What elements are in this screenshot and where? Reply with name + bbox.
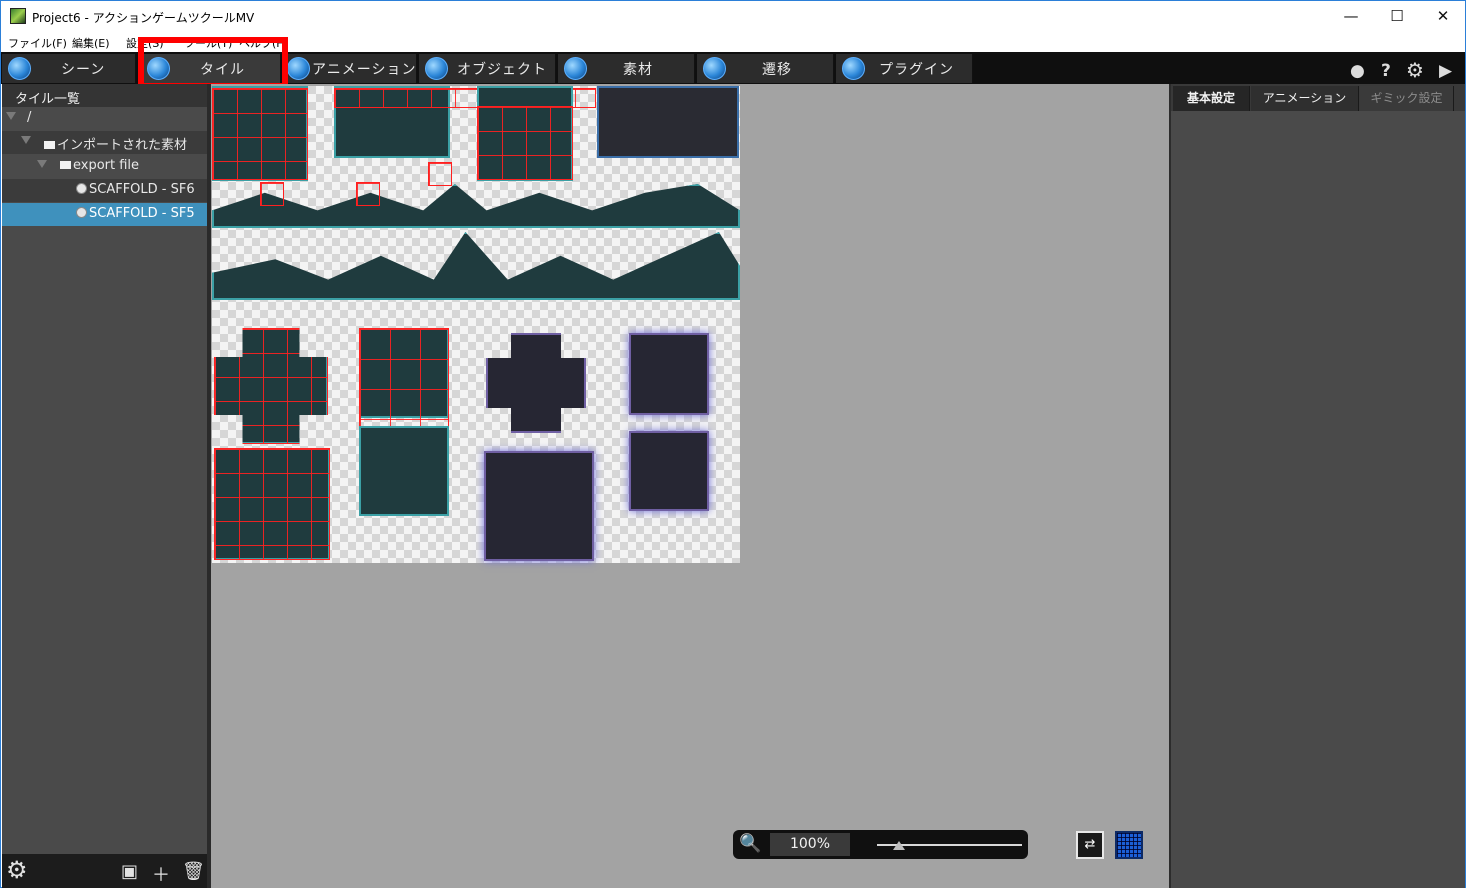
circle-icon[interactable]: ● bbox=[1350, 61, 1365, 81]
folder-icon bbox=[44, 141, 55, 149]
close-button[interactable]: ✕ bbox=[1420, 1, 1466, 32]
add-folder-icon[interactable]: ▣ bbox=[121, 861, 138, 882]
tree-item-label: export file bbox=[73, 158, 140, 173]
expand-arrow-icon[interactable] bbox=[21, 136, 31, 144]
tile-canvas[interactable]: 🔍 100% ⇄ bbox=[211, 84, 1169, 888]
tab-highlight-box bbox=[138, 37, 288, 89]
tab-basic-settings[interactable]: 基本設定 bbox=[1173, 86, 1250, 111]
folder-icon bbox=[60, 161, 71, 169]
collision-grid bbox=[214, 328, 328, 444]
tile-list-footer: ⚙ ▣ ＋ 🗑 bbox=[2, 854, 207, 888]
window-title: Project6 - アクションゲームツクールMV bbox=[32, 11, 255, 25]
collision-grid bbox=[260, 182, 284, 206]
collision-grid bbox=[356, 182, 380, 206]
minimize-button[interactable]: — bbox=[1328, 1, 1374, 32]
slope-tiles bbox=[212, 232, 740, 300]
tile-icon bbox=[76, 183, 87, 194]
slope-tiles bbox=[212, 184, 740, 228]
plugin-icon bbox=[842, 57, 865, 80]
tree-item-export-file[interactable]: export file bbox=[2, 155, 207, 178]
tree-item-sf6[interactable]: SCAFFOLD - SF6 bbox=[2, 179, 207, 202]
tab-label: オブジェクト bbox=[457, 62, 547, 78]
cross-block bbox=[486, 333, 586, 433]
tab-object[interactable]: オブジェクト bbox=[419, 54, 556, 83]
tile-block bbox=[629, 431, 709, 511]
help-icon[interactable]: ? bbox=[1381, 61, 1391, 81]
transition-icon bbox=[703, 57, 726, 80]
tab-resource[interactable]: 素材 bbox=[558, 54, 695, 83]
grid-toggle-button[interactable] bbox=[1115, 831, 1143, 859]
menu-file[interactable]: ファイル(F) bbox=[8, 35, 67, 51]
expand-arrow-icon[interactable] bbox=[6, 112, 16, 120]
tab-label: シーン bbox=[61, 62, 106, 78]
tree-item-label: インポートされた素材 bbox=[57, 138, 188, 153]
play-icon[interactable]: ▶ bbox=[1439, 61, 1452, 81]
tab-animation-settings[interactable]: アニメーション bbox=[1251, 86, 1359, 111]
tab-label: アニメーション bbox=[312, 62, 417, 78]
object-icon bbox=[425, 57, 448, 80]
tab-transition[interactable]: 遷移 bbox=[697, 54, 834, 83]
tree-item-root[interactable]: / bbox=[2, 107, 207, 130]
animation-icon bbox=[287, 57, 310, 80]
tile-icon bbox=[76, 207, 87, 218]
app-icon bbox=[10, 8, 26, 24]
tree-item-imported[interactable]: インポートされた素材 bbox=[2, 131, 207, 154]
resource-icon bbox=[564, 57, 587, 80]
menu-edit[interactable]: 編集(E) bbox=[72, 35, 110, 51]
expand-arrow-icon[interactable] bbox=[37, 160, 47, 168]
tree-item-label: SCAFFOLD - SF6 bbox=[89, 182, 195, 197]
tile-list-panel: タイル一覧 / インポートされた素材 export file SCAFFOLD … bbox=[2, 84, 207, 888]
zoom-icon: 🔍 bbox=[739, 833, 762, 854]
collision-grid bbox=[428, 162, 452, 186]
zoom-control: 🔍 100% bbox=[733, 830, 1028, 859]
properties-tab-bar: 基本設定 アニメーション ギミック設定 bbox=[1171, 84, 1465, 111]
collision-grid bbox=[214, 448, 330, 560]
tile-block bbox=[484, 451, 594, 561]
settings-icon[interactable]: ⚙ bbox=[6, 856, 28, 884]
fit-view-button[interactable]: ⇄ bbox=[1076, 831, 1104, 859]
scene-icon bbox=[8, 57, 31, 80]
tab-plugin[interactable]: プラグイン bbox=[836, 54, 973, 83]
application-window: Project6 - アクションゲームツクールMV — ☐ ✕ ファイル(F) … bbox=[0, 0, 1466, 888]
tile-sheet-image[interactable] bbox=[212, 86, 740, 563]
tree-item-label: SCAFFOLD - SF5 bbox=[89, 206, 195, 221]
tile-block bbox=[359, 426, 449, 516]
title-bar: Project6 - アクションゲームツクールMV — ☐ ✕ bbox=[1, 1, 1465, 32]
collision-grid bbox=[212, 88, 308, 180]
properties-panel: 基本設定 アニメーション ギミック設定 bbox=[1171, 84, 1465, 888]
tab-label: 遷移 bbox=[762, 62, 792, 78]
tree-item-label: / bbox=[27, 110, 32, 125]
tab-scene[interactable]: シーン bbox=[2, 54, 136, 83]
zoom-value-field[interactable]: 100% bbox=[770, 833, 850, 856]
tree-item-sf5[interactable]: SCAFFOLD - SF5 bbox=[2, 203, 207, 226]
tile-block bbox=[597, 86, 739, 158]
tile-list-header: タイル一覧 bbox=[2, 84, 207, 107]
delete-icon[interactable]: 🗑 bbox=[182, 861, 205, 882]
tile-block bbox=[629, 333, 709, 415]
tab-gimmick-settings[interactable]: ギミック設定 bbox=[1360, 86, 1454, 111]
tab-label: プラグイン bbox=[879, 62, 954, 78]
maximize-button[interactable]: ☐ bbox=[1374, 1, 1420, 32]
add-tile-icon[interactable]: ＋ bbox=[152, 861, 170, 887]
zoom-slider-thumb[interactable] bbox=[892, 841, 905, 850]
tab-label: 素材 bbox=[623, 62, 653, 78]
gear-icon[interactable]: ⚙ bbox=[1406, 58, 1424, 82]
collision-grid bbox=[477, 106, 573, 180]
tab-animation[interactable]: アニメーション bbox=[283, 54, 417, 83]
